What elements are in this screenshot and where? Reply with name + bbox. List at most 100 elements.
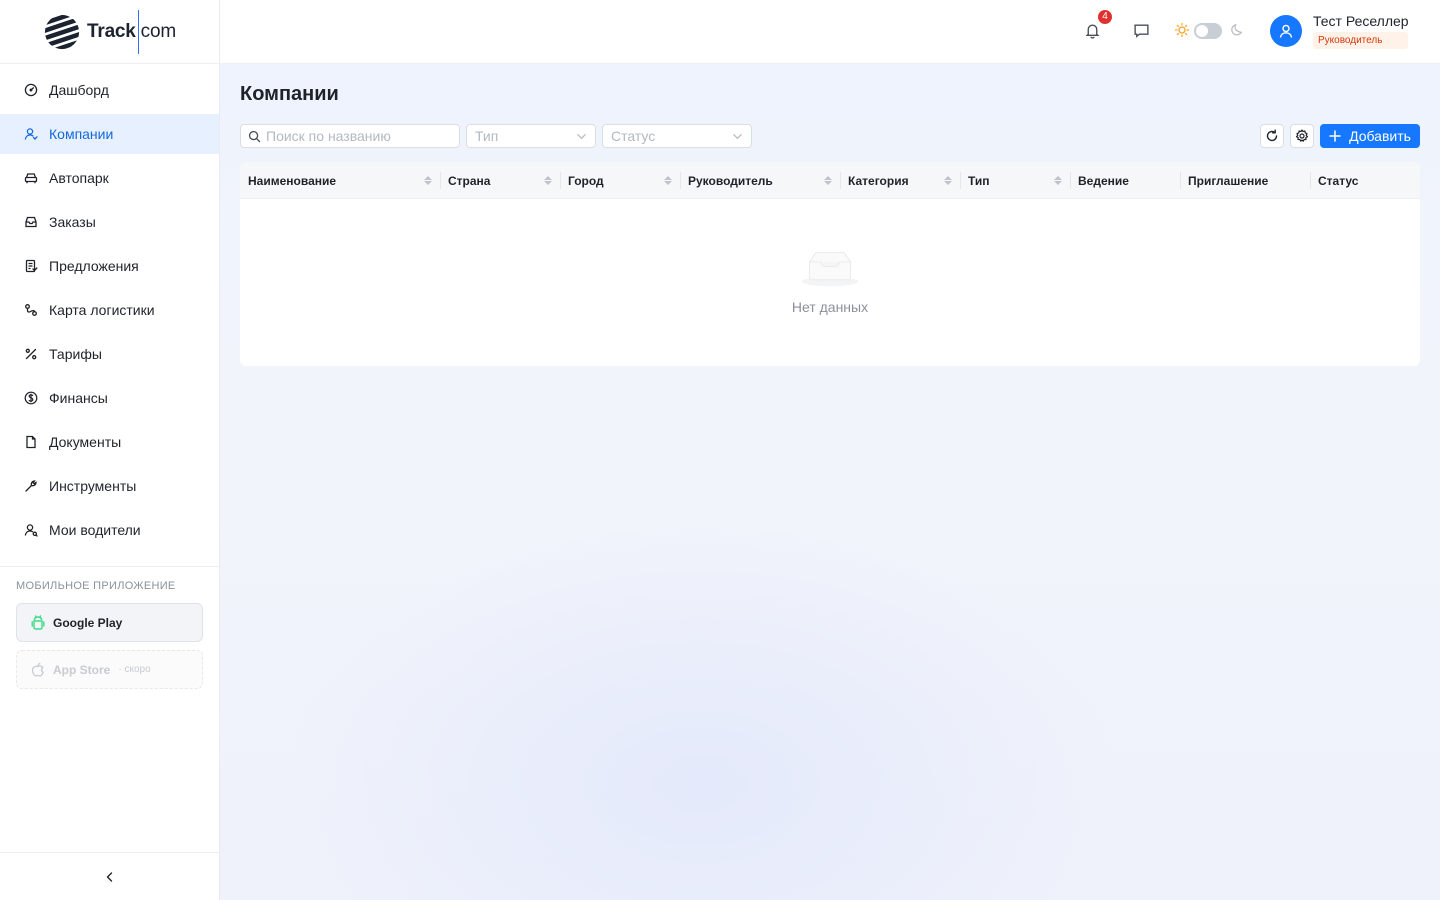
column-header-type[interactable]: Тип bbox=[960, 162, 1070, 199]
refresh-icon bbox=[1266, 129, 1278, 142]
sort-icon bbox=[944, 176, 952, 185]
type-filter-select[interactable]: Тип bbox=[466, 124, 596, 148]
dark-theme-indicator bbox=[1226, 20, 1246, 40]
brand-name-part1: Track bbox=[87, 20, 136, 42]
sidebar-item-label: Заказы bbox=[49, 214, 96, 230]
refresh-button[interactable] bbox=[1260, 124, 1284, 148]
messages-button[interactable] bbox=[1131, 20, 1151, 40]
sidebar-item-label: Компании bbox=[49, 126, 114, 142]
moon-icon bbox=[1230, 23, 1242, 35]
user-name[interactable]: Тест Реселлер bbox=[1313, 13, 1409, 29]
bell-icon bbox=[1085, 23, 1099, 39]
sidebar-item-label: Финансы bbox=[49, 390, 108, 406]
user-icon bbox=[1279, 24, 1293, 38]
sidebar-item-documents[interactable]: Документы bbox=[0, 422, 219, 462]
sidebar-item-logistics-map[interactable]: Карта логистики bbox=[0, 290, 219, 330]
sidebar-item-tools[interactable]: Инструменты bbox=[0, 466, 219, 506]
empty-state-text: Нет данных bbox=[791, 299, 869, 315]
sidebar-item-orders[interactable]: Заказы bbox=[0, 202, 219, 242]
column-header-category[interactable]: Категория bbox=[840, 162, 960, 199]
logo-globe-icon bbox=[44, 14, 80, 49]
sidebar-item-label: Дашборд bbox=[49, 82, 109, 98]
route-icon bbox=[24, 303, 38, 317]
add-button-label: Добавить bbox=[1349, 128, 1411, 144]
dashboard-icon bbox=[24, 83, 38, 97]
driver-icon bbox=[24, 523, 38, 537]
table-settings-button[interactable] bbox=[1290, 124, 1314, 148]
app-store-button: App Store · скоро bbox=[16, 650, 203, 689]
sidebar-item-my-drivers[interactable]: Мои водители bbox=[0, 510, 219, 550]
companies-table: Наименование Страна Город Руководитель К… bbox=[240, 162, 1420, 366]
empty-box-icon bbox=[801, 252, 859, 287]
sidebar-item-label: Инструменты bbox=[49, 478, 137, 494]
sun-icon bbox=[1174, 22, 1190, 38]
user-role-badge: Руководитель bbox=[1313, 32, 1408, 49]
column-header-label: Статус bbox=[1318, 173, 1359, 188]
sort-icon bbox=[664, 176, 672, 185]
sidebar-item-tariffs[interactable]: Тарифы bbox=[0, 334, 219, 374]
sidebar-item-finance[interactable]: Финансы bbox=[0, 378, 219, 418]
column-header-manager[interactable]: Руководитель bbox=[680, 162, 840, 199]
chat-icon bbox=[1133, 23, 1149, 38]
column-header-management: Ведение bbox=[1070, 162, 1180, 199]
column-header-invitation: Приглашение bbox=[1180, 162, 1310, 199]
type-filter-placeholder: Тип bbox=[475, 128, 499, 144]
brand-name-part2: com bbox=[140, 20, 176, 42]
sidebar-item-label: Карта логистики bbox=[49, 302, 155, 318]
add-company-button[interactable]: Добавить bbox=[1320, 124, 1420, 148]
search-input[interactable] bbox=[266, 128, 446, 144]
sort-icon bbox=[824, 176, 832, 185]
dollar-icon bbox=[24, 391, 38, 405]
user-avatar[interactable] bbox=[1270, 15, 1302, 47]
notifications-button[interactable] bbox=[1082, 20, 1102, 40]
column-header-label: Руководитель bbox=[688, 173, 773, 188]
column-header-label: Страна bbox=[448, 173, 491, 188]
app-store-soon-note: · скоро bbox=[118, 664, 151, 675]
sidebar-item-label: Предложения bbox=[49, 258, 139, 274]
page-title: Компании bbox=[240, 83, 339, 105]
search-box[interactable] bbox=[240, 124, 460, 148]
search-icon bbox=[248, 130, 261, 142]
app-store-label: App Store bbox=[53, 662, 111, 677]
inbox-icon bbox=[24, 215, 38, 229]
theme-toggle[interactable] bbox=[1194, 23, 1222, 39]
chevron-left-icon bbox=[106, 871, 112, 882]
column-header-status: Статус bbox=[1310, 162, 1420, 199]
apple-icon bbox=[31, 662, 45, 677]
companies-icon bbox=[24, 127, 38, 141]
column-header-city[interactable]: Город bbox=[560, 162, 680, 199]
column-header-label: Ведение bbox=[1078, 173, 1129, 188]
sidebar-item-fleet[interactable]: Автопарк bbox=[0, 158, 219, 198]
sidebar-divider bbox=[0, 566, 219, 567]
tool-icon bbox=[24, 479, 38, 493]
sidebar-item-label: Документы bbox=[49, 434, 122, 450]
column-header-name[interactable]: Наименование bbox=[240, 162, 440, 199]
chevron-down-icon bbox=[733, 133, 742, 139]
sidebar-item-label: Тарифы bbox=[49, 346, 102, 362]
google-play-button[interactable]: Google Play bbox=[16, 603, 203, 642]
status-filter-placeholder: Статус bbox=[611, 128, 656, 144]
offer-icon bbox=[24, 259, 38, 273]
column-header-label: Город bbox=[568, 173, 604, 188]
column-header-label: Категория bbox=[848, 173, 909, 188]
column-header-label: Тип bbox=[968, 173, 990, 188]
table-header-row: Наименование Страна Город Руководитель К… bbox=[240, 162, 1420, 199]
google-play-label: Google Play bbox=[53, 615, 123, 630]
column-header-country[interactable]: Страна bbox=[440, 162, 560, 199]
sidebar-item-label: Мои водители bbox=[49, 522, 141, 538]
column-header-label: Наименование bbox=[248, 173, 337, 188]
car-icon bbox=[24, 171, 38, 185]
gear-icon bbox=[1295, 129, 1309, 142]
status-filter-select[interactable]: Статус bbox=[602, 124, 752, 148]
plus-icon bbox=[1329, 130, 1341, 142]
column-header-label: Приглашение bbox=[1188, 173, 1269, 188]
brand-logo[interactable]: Track com bbox=[0, 0, 219, 64]
light-theme-indicator bbox=[1172, 20, 1192, 40]
sort-icon bbox=[424, 176, 432, 185]
sidebar-item-dashboard[interactable]: Дашборд bbox=[0, 70, 219, 110]
sidebar-collapse-button[interactable] bbox=[0, 852, 219, 900]
sidebar-item-offers[interactable]: Предложения bbox=[0, 246, 219, 286]
sidebar-item-companies[interactable]: Компании bbox=[0, 114, 219, 154]
sidebar: Track com Дашборд Компании Автопарк Зака… bbox=[0, 0, 220, 900]
sort-icon bbox=[1054, 176, 1062, 185]
